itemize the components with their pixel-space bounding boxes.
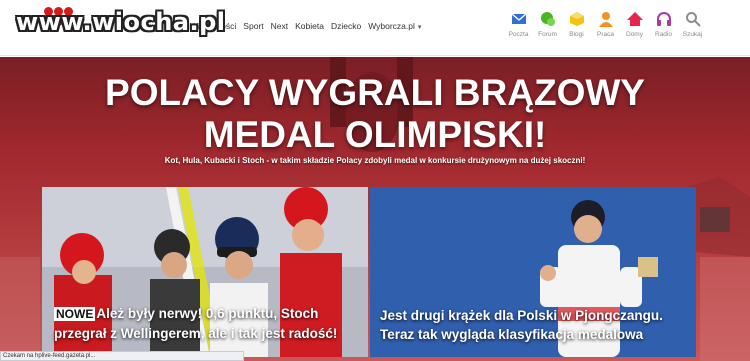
service-label: Radio xyxy=(655,31,672,38)
service-forum[interactable]: Forum xyxy=(536,11,559,38)
house-icon xyxy=(626,12,643,26)
nav-item-dziecko[interactable]: Dziecko xyxy=(331,21,361,31)
news-card-stoch[interactable]: NOWE Ależ były nerwy! 0,6 punktu, Stoch p… xyxy=(42,187,368,357)
service-label: Domy xyxy=(626,31,643,38)
nav-item-next[interactable]: Next xyxy=(271,21,288,31)
headline-line-2: MEDAL OLIMPISKI! xyxy=(203,114,547,155)
chevron-down-icon: ▾ xyxy=(417,24,422,31)
browser-status-bar: Czekam na hplive-feed.gazeta.pl... xyxy=(0,351,244,361)
search-icon xyxy=(685,12,701,27)
forum-icon xyxy=(540,12,555,26)
service-szukaj[interactable]: Szukaj xyxy=(681,11,704,38)
headline-line-1: POLACY WYGRALI BRĄZOWY xyxy=(105,72,645,113)
hero-headline[interactable]: POLACY WYGRALI BRĄZOWY MEDAL OLIMPISKI! xyxy=(0,72,750,156)
card-title-line-2: Teraz tak wygląda klasyfikacja medalowa xyxy=(380,327,644,342)
job-icon xyxy=(598,12,613,27)
card-title-line-1: Ależ były nerwy! 0,6 punktu, Stoch xyxy=(96,306,319,321)
top-bar: www.wiocha.pl Wiadomości Sport Next Kobi… xyxy=(0,0,750,56)
card-title[interactable]: NOWE Ależ były nerwy! 0,6 punktu, Stoch p… xyxy=(54,304,358,343)
service-label: Szukaj xyxy=(682,31,703,38)
blog-icon xyxy=(569,12,584,26)
service-poczta[interactable]: Poczta xyxy=(507,11,530,38)
service-praca[interactable]: Praca xyxy=(594,11,617,38)
card-title-line-2: przegrał z Wellingerem, ale i tak jest r… xyxy=(54,326,338,341)
service-label: Poczta xyxy=(508,31,529,38)
services-bar: Poczta Forum Blogi Praca Domy Radio Szuk… xyxy=(507,11,710,38)
nav-item-kobieta[interactable]: Kobieta xyxy=(295,21,324,31)
hero-banner[interactable]: POLACY WYGRALI BRĄZOWY MEDAL OLIMPISKI! … xyxy=(0,57,750,361)
hero-lead: Kot, Hula, Kubacki i Stoch - w takim skł… xyxy=(164,156,586,165)
watermark-text: www.wiocha.pl xyxy=(16,8,226,36)
service-label: Praca xyxy=(597,31,614,38)
card-title[interactable]: Jest drugi krążek dla Polski w Pjongczan… xyxy=(380,306,686,344)
service-blogi[interactable]: Blogi xyxy=(565,11,588,38)
service-label: Forum xyxy=(538,31,557,38)
card-title-line-1: Jest drugi krążek dla Polski w Pjongczan… xyxy=(380,308,663,323)
service-domy[interactable]: Domy xyxy=(623,11,646,38)
news-card-medal-table[interactable]: Jest drugi krążek dla Polski w Pjongczan… xyxy=(370,187,696,357)
service-radio[interactable]: Radio xyxy=(652,11,675,38)
nav-item-wyborcza-label: Wyborcza.pl xyxy=(368,21,415,31)
new-badge: NOWE xyxy=(54,307,96,321)
nav-item-sport[interactable]: Sport xyxy=(243,21,263,31)
mail-icon xyxy=(511,13,526,24)
headphones-icon xyxy=(656,12,671,26)
service-label: Blogi xyxy=(569,31,584,38)
nav-item-wyborcza[interactable]: Wyborcza.pl ▾ xyxy=(368,21,421,31)
